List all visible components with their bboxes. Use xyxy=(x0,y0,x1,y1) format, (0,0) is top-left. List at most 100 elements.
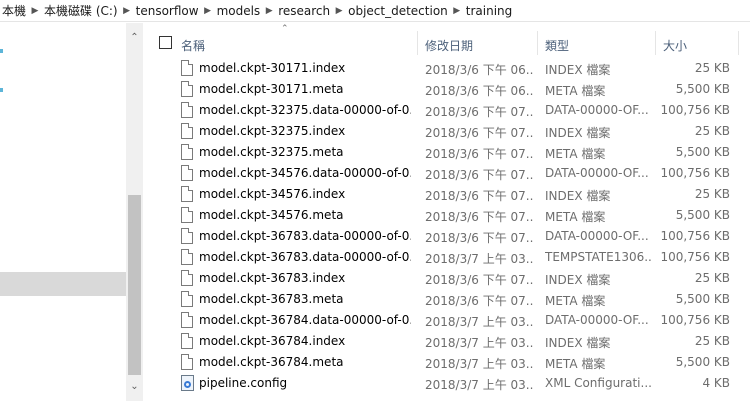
file-type: META 檔案 xyxy=(545,147,606,161)
file-type: INDEX 檔案 xyxy=(545,126,611,140)
chevron-right-icon[interactable]: ▶ xyxy=(450,6,464,16)
scroll-up-icon[interactable]: ⌃ xyxy=(126,29,143,46)
file-icon xyxy=(181,333,193,349)
file-row[interactable]: model.ckpt-36783.data-00000-of-0... 2018… xyxy=(150,226,750,247)
file-row[interactable]: model.ckpt-34576.index 2018/3/6 下午 07...… xyxy=(150,184,750,205)
file-list: ⌃ 名稱 修改日期 類型 大小 model.ckpt-30171.index 2… xyxy=(150,23,750,401)
file-icon xyxy=(181,123,193,139)
file-row[interactable]: model.ckpt-34576.data-00000-of-0... 2018… xyxy=(150,163,750,184)
file-type: INDEX 檔案 xyxy=(545,273,611,287)
file-name: pipeline.config xyxy=(199,376,288,390)
file-icon xyxy=(181,249,193,265)
file-date: 2018/3/7 上午 03... xyxy=(425,315,533,329)
file-date: 2018/3/6 下午 07... xyxy=(425,168,533,182)
file-row[interactable]: pipeline.config 2018/3/7 上午 03... XML Co… xyxy=(150,373,750,394)
file-date: 2018/3/6 下午 07... xyxy=(425,273,533,287)
file-date: 2018/3/6 下午 07... xyxy=(425,126,533,140)
file-row[interactable]: model.ckpt-32375.data-00000-of-0... 2018… xyxy=(150,100,750,121)
file-icon xyxy=(181,270,193,286)
file-date: 2018/3/6 下午 07... xyxy=(425,294,533,308)
scrollbar-thumb[interactable] xyxy=(128,195,141,375)
file-icon xyxy=(181,228,193,244)
file-date: 2018/3/6 下午 07... xyxy=(425,231,533,245)
file-date: 2018/3/7 上午 03... xyxy=(425,336,533,350)
file-name: model.ckpt-36783.data-00000-of-0... xyxy=(199,229,411,243)
file-type: DATA-00000-OF... xyxy=(545,229,649,243)
file-date: 2018/3/7 上午 03... xyxy=(425,357,533,371)
column-divider[interactable] xyxy=(417,31,418,55)
file-name: model.ckpt-34576.data-00000-of-0... xyxy=(199,166,411,180)
column-divider[interactable] xyxy=(655,31,656,55)
breadcrumb-item-local-disk[interactable]: 本機磁碟 (C:) xyxy=(42,2,120,19)
column-header-size[interactable]: 大小 xyxy=(663,37,687,54)
navigation-pane[interactable]: ⌃ ⌄ xyxy=(0,23,146,401)
file-size: 5,500 KB xyxy=(675,292,730,306)
file-date: 2018/3/6 下午 07... xyxy=(425,210,533,224)
file-size: 25 KB xyxy=(694,124,730,138)
breadcrumb-item-research[interactable]: research xyxy=(276,4,332,18)
file-row[interactable]: model.ckpt-36784.data-00000-of-0... 2018… xyxy=(150,310,750,331)
file-icon xyxy=(181,60,193,76)
file-name: model.ckpt-34576.index xyxy=(199,187,346,201)
breadcrumb-item-training[interactable]: training xyxy=(464,4,515,18)
file-type: INDEX 檔案 xyxy=(545,63,611,77)
file-row[interactable]: model.ckpt-36784.meta 2018/3/7 上午 03... … xyxy=(150,352,750,373)
column-divider[interactable] xyxy=(537,31,538,55)
chevron-right-icon[interactable]: ▶ xyxy=(28,6,42,16)
file-type: META 檔案 xyxy=(545,84,606,98)
chevron-right-icon[interactable]: ▶ xyxy=(201,6,215,16)
file-size: 25 KB xyxy=(694,271,730,285)
file-size: 5,500 KB xyxy=(675,208,730,222)
file-name: model.ckpt-32375.meta xyxy=(199,145,344,159)
file-date: 2018/3/6 下午 07... xyxy=(425,189,533,203)
file-name: model.ckpt-32375.index xyxy=(199,124,346,138)
file-size: 100,756 KB xyxy=(660,103,730,117)
file-name: model.ckpt-36784.data-00000-of-0... xyxy=(199,313,411,327)
scroll-down-icon[interactable]: ⌄ xyxy=(126,378,143,395)
chevron-right-icon[interactable]: ▶ xyxy=(262,6,276,16)
file-size: 25 KB xyxy=(694,334,730,348)
breadcrumb-item-object-detection[interactable]: object_detection xyxy=(346,4,450,18)
file-size: 25 KB xyxy=(694,187,730,201)
nav-selected-item[interactable] xyxy=(0,272,126,296)
file-size: 100,756 KB xyxy=(660,166,730,180)
file-icon xyxy=(181,291,193,307)
file-row[interactable]: model.ckpt-32375.meta 2018/3/6 下午 07... … xyxy=(150,142,750,163)
file-row[interactable]: model.ckpt-36783.index 2018/3/6 下午 07...… xyxy=(150,268,750,289)
select-all-checkbox[interactable] xyxy=(159,36,172,49)
file-size: 5,500 KB xyxy=(675,355,730,369)
file-date: 2018/3/7 上午 03... xyxy=(425,378,533,392)
file-date: 2018/3/6 下午 07... xyxy=(425,105,533,119)
file-size: 100,756 KB xyxy=(660,250,730,264)
file-icon xyxy=(181,81,193,97)
breadcrumb-item-models[interactable]: models xyxy=(215,4,263,18)
file-row[interactable]: model.ckpt-34576.meta 2018/3/6 下午 07... … xyxy=(150,205,750,226)
nav-indicator xyxy=(0,88,3,92)
file-type: DATA-00000-OF... xyxy=(545,166,649,180)
chevron-right-icon[interactable]: ▶ xyxy=(332,6,346,16)
file-row[interactable]: model.ckpt-32375.index 2018/3/6 下午 07...… xyxy=(150,121,750,142)
chevron-right-icon[interactable]: ▶ xyxy=(120,6,134,16)
breadcrumb-item-this-pc[interactable]: 本機 xyxy=(0,2,28,19)
file-date: 2018/3/6 下午 06... xyxy=(425,63,533,77)
file-date: 2018/3/6 下午 07... xyxy=(425,147,533,161)
file-icon xyxy=(181,186,193,202)
column-header-type[interactable]: 類型 xyxy=(545,37,569,54)
file-name: model.ckpt-36784.index xyxy=(199,334,346,348)
file-row[interactable]: model.ckpt-30171.index 2018/3/6 下午 06...… xyxy=(150,58,750,79)
file-type: DATA-00000-OF... xyxy=(545,313,649,327)
file-row[interactable]: model.ckpt-36784.index 2018/3/7 上午 03...… xyxy=(150,331,750,352)
file-row[interactable]: model.ckpt-36783.meta 2018/3/6 下午 07... … xyxy=(150,289,750,310)
file-name: model.ckpt-30171.index xyxy=(199,61,346,75)
column-header-date[interactable]: 修改日期 xyxy=(425,37,473,54)
file-row[interactable]: model.ckpt-36783.data-00000-of-0... 2018… xyxy=(150,247,750,268)
file-rows: model.ckpt-30171.index 2018/3/6 下午 06...… xyxy=(150,58,750,394)
file-type: TEMPSTATE1306... xyxy=(545,250,653,264)
column-header-name[interactable]: 名稱 xyxy=(181,37,205,54)
file-icon xyxy=(181,354,193,370)
file-row[interactable]: model.ckpt-30171.meta 2018/3/6 下午 06... … xyxy=(150,79,750,100)
file-size: 100,756 KB xyxy=(660,229,730,243)
nav-scrollbar[interactable]: ⌃ ⌄ xyxy=(126,23,143,401)
breadcrumb-item-tensorflow[interactable]: tensorflow xyxy=(134,4,201,18)
column-divider[interactable] xyxy=(738,31,739,55)
